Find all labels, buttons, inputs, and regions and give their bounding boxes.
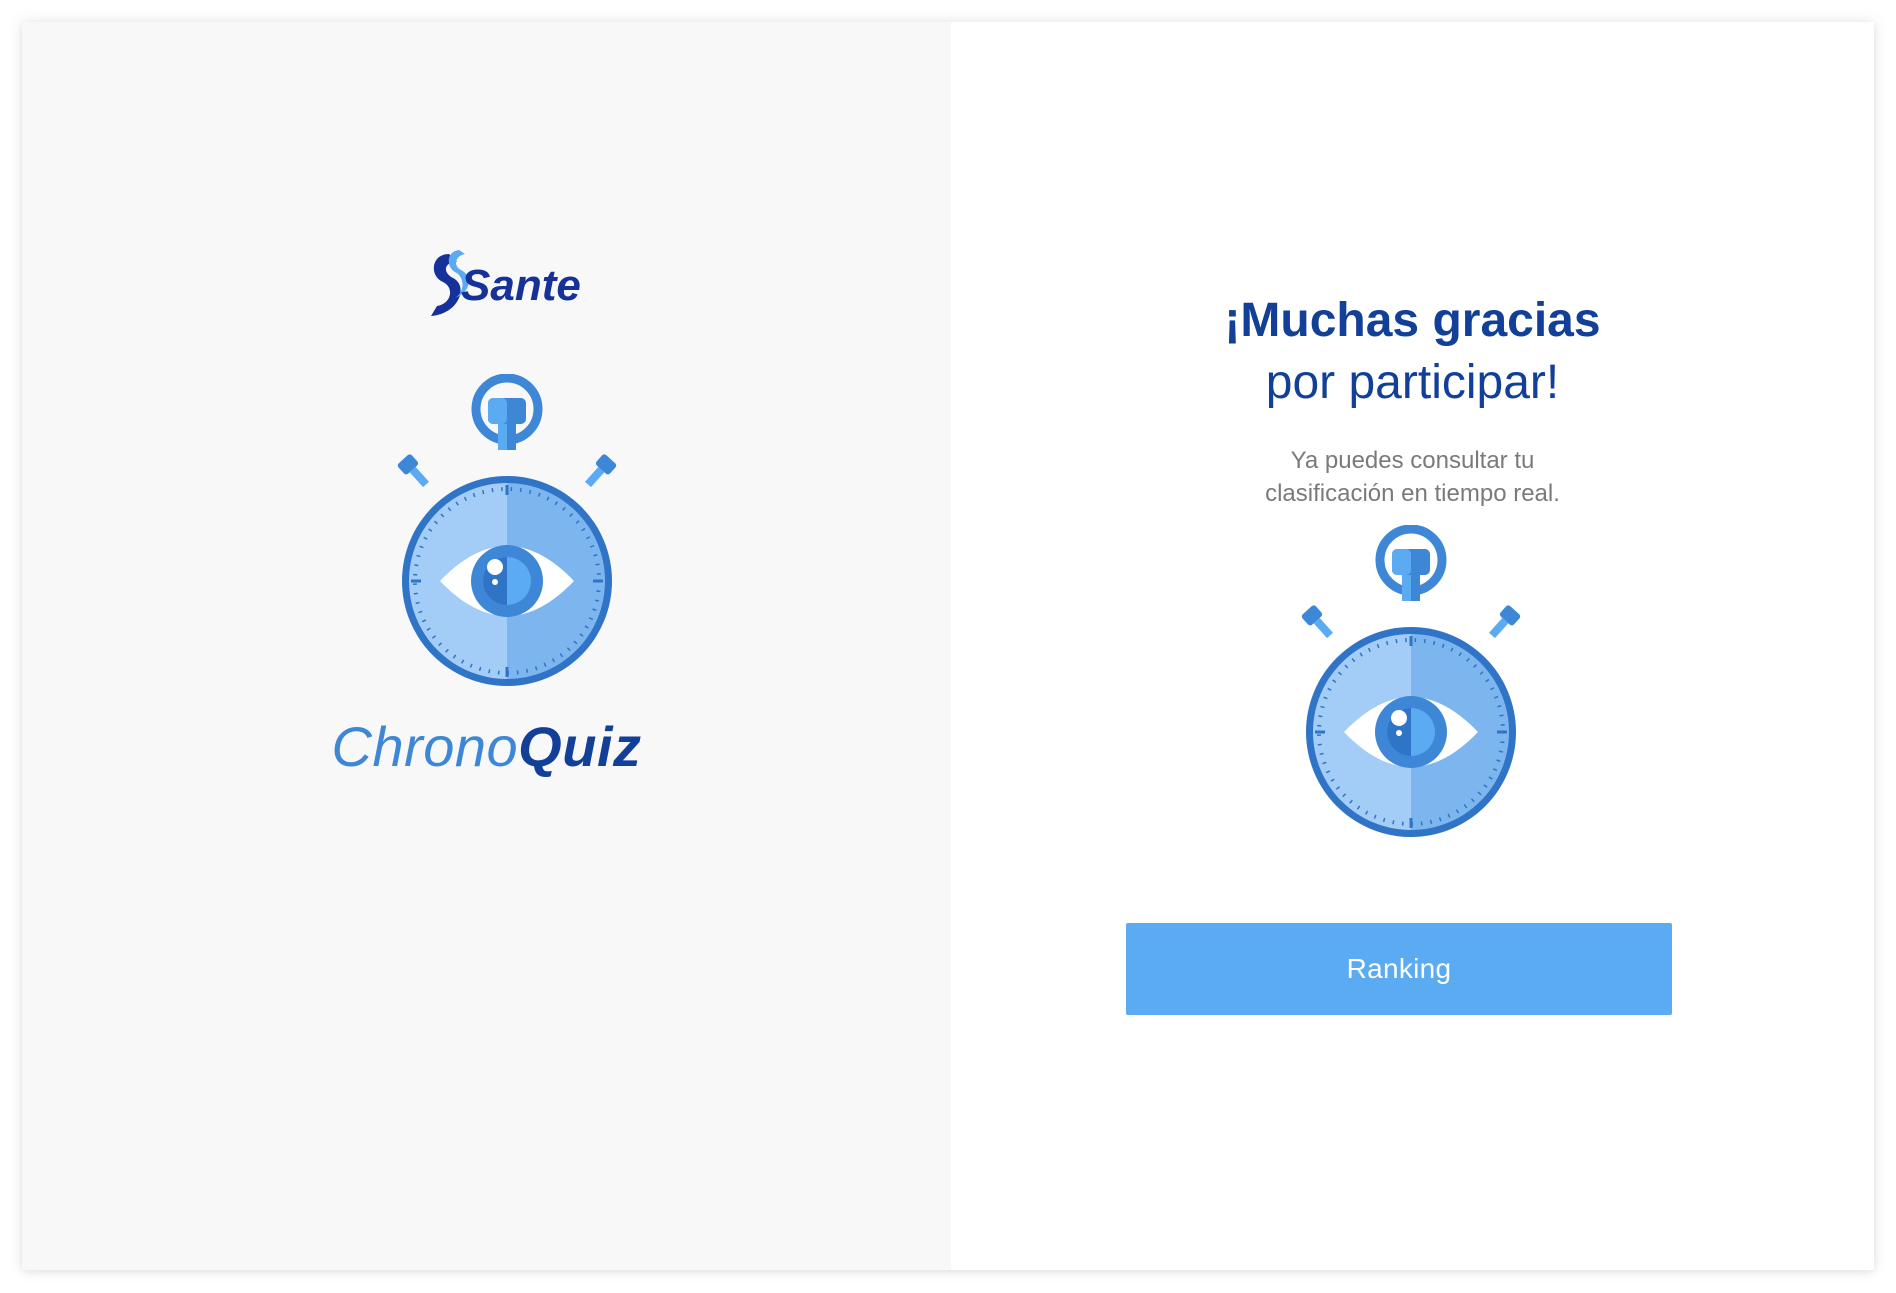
thanks-title: ¡Muchas gracias: [1224, 294, 1601, 347]
app-window: Santen: [22, 22, 1874, 1270]
stopwatch-eye-icon: [1301, 525, 1521, 837]
thanks-subtitle: Ya puedes consultar tu clasificación en …: [951, 444, 1874, 510]
thanks-title-second-line: por participar!: [1265, 356, 1560, 409]
ranking-button[interactable]: Ranking: [1126, 923, 1672, 1015]
result-panel: ¡Muchas gracias por participar! Ya puede…: [951, 22, 1874, 1270]
thanks-heading: ¡Muchas gracias por participar!: [951, 290, 1874, 414]
subtitle-line-2: clasificación en tiempo real.: [1265, 480, 1560, 507]
brand-panel: Santen: [22, 22, 951, 1270]
santen-logo: Santen: [431, 250, 581, 316]
app-title-quiz: Quiz: [518, 715, 642, 778]
subtitle-line-1: Ya puedes consultar tu: [1290, 447, 1535, 474]
stopwatch-eye-icon: [397, 374, 617, 686]
svg-text:Santen: Santen: [461, 261, 581, 310]
app-title: ChronoQuiz: [22, 712, 951, 782]
app-title-chrono: Chrono: [331, 715, 519, 778]
